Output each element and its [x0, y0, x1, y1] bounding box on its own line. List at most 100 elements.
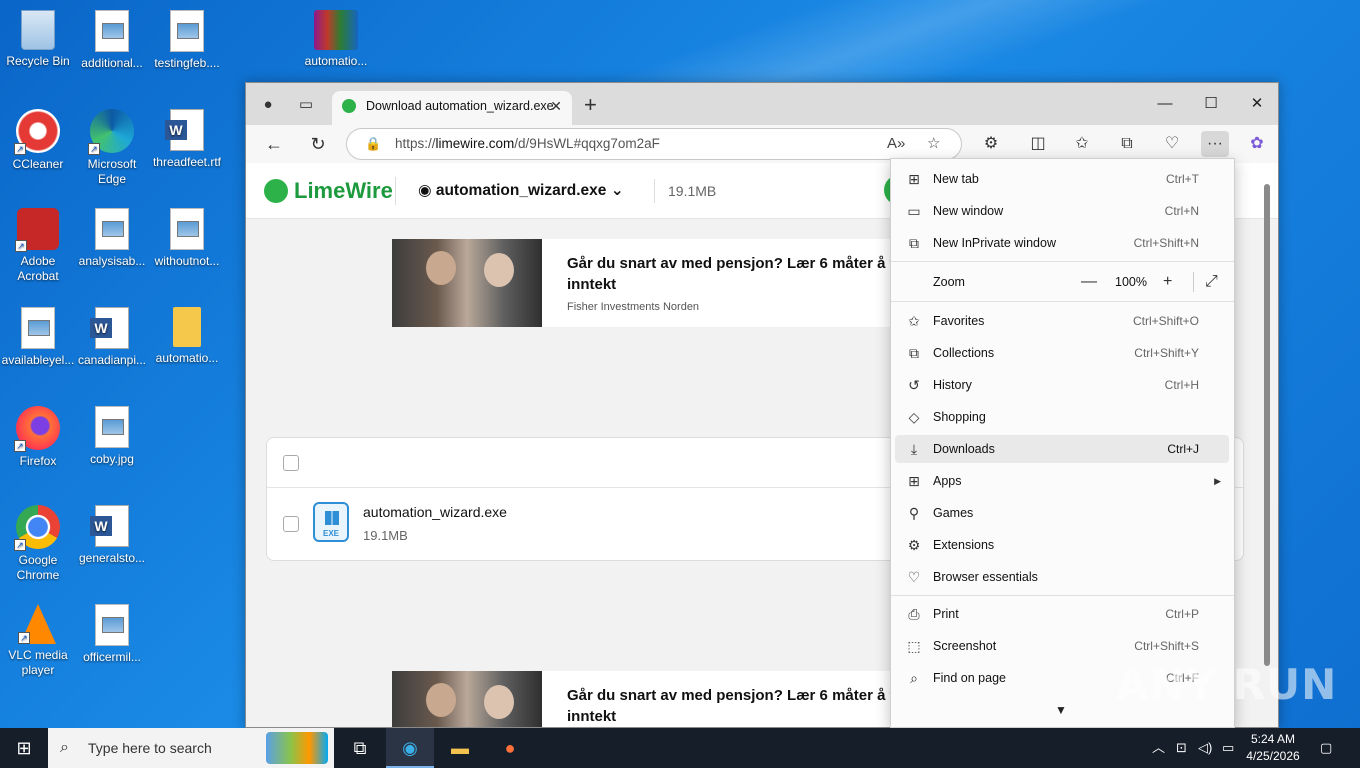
minimize-button[interactable]: —: [1142, 91, 1188, 117]
desktop-icon-chrome[interactable]: ↗ Google Chrome: [0, 499, 76, 591]
tab-actions-icon[interactable]: ▭: [294, 93, 318, 117]
file-row-name[interactable]: automation_wizard.exe: [363, 504, 507, 520]
advertisement-bottom[interactable]: Går du snart av med pensjon? Lær 6 måter…: [392, 671, 912, 727]
tab-limewire[interactable]: Download automation_wizard.exe ✕: [332, 91, 572, 125]
desktop-icon-analysisab[interactable]: analysisab...: [74, 202, 150, 294]
extensions-icon: ⚙: [907, 537, 921, 553]
zoom-in-button[interactable]: +: [1163, 268, 1172, 296]
menu-item-label: Browser essentials: [933, 570, 1038, 584]
limewire-logo[interactable]: LimeWire: [264, 177, 393, 205]
address-bar[interactable]: 🔒 https://limewire.com/d/9HsWL#qqxg7om2a…: [346, 128, 962, 160]
menu-item-label: Extensions: [933, 538, 995, 552]
favorites-icon: ✩: [908, 313, 920, 329]
menu-item-shopping[interactable]: ◇ Shopping: [895, 403, 1229, 431]
menu-item-downloads[interactable]: ⤓ Downloads Ctrl+J: [895, 435, 1229, 463]
select-all-checkbox[interactable]: [283, 455, 299, 471]
menu-item-shortcut: Ctrl+Shift+Y: [1134, 346, 1199, 360]
fullscreen-icon[interactable]: ⤢: [1205, 268, 1218, 296]
desktop-icon-firefox[interactable]: ↗ Firefox: [0, 400, 76, 492]
advertisement-top[interactable]: Går du snart av med pensjon? Lær 6 måter…: [392, 239, 912, 327]
menu-item-new-tab[interactable]: ⊞ New tab Ctrl+T: [895, 165, 1229, 193]
menu-item-apps[interactable]: ⊞ Apps ▶: [895, 467, 1229, 495]
extensions-toolbar-icon[interactable]: ⚙: [977, 131, 1005, 157]
desktop-icon-availableyel[interactable]: availableyel...: [0, 301, 76, 393]
taskbar-edge-icon[interactable]: ◉: [386, 728, 434, 768]
tray-keyboard-icon[interactable]: ▭: [1222, 728, 1234, 768]
scrollbar-thumb[interactable]: [1264, 184, 1270, 666]
search-placeholder: Type here to search: [88, 740, 212, 756]
taskbar-file-explorer-icon[interactable]: ▬: [436, 728, 484, 768]
find-icon: ⌕: [910, 670, 918, 686]
zoom-out-button[interactable]: —: [1081, 268, 1097, 296]
desktop-icon-additional[interactable]: additional...: [74, 4, 150, 96]
profile-avatar-icon[interactable]: ●: [256, 93, 280, 117]
menu-item-new-inprivate[interactable]: ⧉ New InPrivate window Ctrl+Shift+N: [895, 229, 1229, 257]
taskbar-firefox-icon[interactable]: ●: [486, 728, 534, 768]
file-row-size: 19.1MB: [363, 528, 408, 543]
desktop-icon-vlc[interactable]: ↗ VLC media player: [0, 598, 76, 690]
back-icon[interactable]: ←: [260, 131, 288, 157]
task-view-icon[interactable]: ⧉: [336, 728, 384, 768]
start-button[interactable]: ⊞: [0, 728, 48, 768]
desktop-icon-acrobat[interactable]: ↗ Adobe Acrobat: [0, 202, 76, 294]
desktop-icon-label: Adobe Acrobat: [17, 254, 59, 283]
notifications-icon[interactable]: ▢: [1320, 728, 1332, 768]
maximize-button[interactable]: ☐: [1188, 91, 1234, 117]
desktop-icon-testingfeb[interactable]: testingfeb....: [149, 4, 225, 96]
menu-item-history[interactable]: ↺ History Ctrl+H: [895, 371, 1229, 399]
menu-item-collections[interactable]: ⧉ Collections Ctrl+Shift+Y: [895, 339, 1229, 367]
browser-essentials-icon: ♡: [907, 569, 921, 585]
menu-item-games[interactable]: ⚲ Games: [895, 499, 1229, 527]
taskbar-clock[interactable]: 5:24 AM 4/25/2026: [1236, 731, 1310, 765]
file-name-dropdown[interactable]: ◉ automation_wizard.exe ⌄: [418, 179, 624, 203]
file-checkbox[interactable]: [283, 516, 299, 532]
word-document-icon: [90, 505, 129, 547]
favorites-bar-icon[interactable]: ✩: [1068, 131, 1096, 157]
copilot-icon[interactable]: ✿: [1243, 131, 1271, 157]
tab-close-icon[interactable]: ✕: [550, 91, 562, 121]
desktop-icon-ccleaner[interactable]: ↗ CCleaner: [0, 103, 76, 195]
desktop-icon-withoutnot[interactable]: withoutnot...: [149, 202, 225, 294]
menu-item-screenshot[interactable]: ⬚ Screenshot Ctrl+Shift+S: [895, 632, 1229, 660]
menu-item-shortcut: Ctrl+Shift+S: [1134, 639, 1199, 653]
download-icon: ⤓: [910, 441, 918, 457]
word-document-icon: [90, 307, 129, 349]
taskbar-search[interactable]: ⌕ Type here to search: [48, 728, 334, 768]
desktop-icon-officermil[interactable]: officermil...: [74, 598, 150, 690]
favorite-star-icon[interactable]: ☆: [927, 129, 940, 159]
refresh-icon[interactable]: ↻: [304, 131, 332, 157]
tray-network-icon[interactable]: ⊡: [1176, 728, 1187, 768]
desktop-icon-edge[interactable]: ↗ Microsoft Edge: [74, 103, 150, 195]
close-window-button[interactable]: ✕: [1234, 91, 1278, 117]
menu-item-new-window[interactable]: ▭ New window Ctrl+N: [895, 197, 1229, 225]
desktop-icon-label: coby.jpg: [90, 452, 134, 466]
search-icon: ⌕: [60, 739, 69, 756]
menu-item-shortcut: Ctrl+N: [1164, 204, 1199, 218]
tray-volume-icon[interactable]: ◁): [1198, 728, 1212, 768]
menu-separator: [891, 595, 1234, 596]
image-file-icon: [95, 10, 129, 52]
desktop-icon-automation-folder[interactable]: automatio...: [149, 301, 225, 393]
settings-more-icon[interactable]: ···: [1201, 131, 1229, 157]
desktop-icon-generalsto[interactable]: generalsto...: [74, 499, 150, 591]
menu-item-shortcut: Ctrl+J: [1167, 442, 1199, 456]
browser-essentials-toolbar-icon[interactable]: ♡: [1158, 131, 1186, 157]
new-tab-button[interactable]: +: [584, 93, 597, 117]
desktop-icon-recycle-bin[interactable]: Recycle Bin: [0, 4, 76, 96]
menu-scroll-down-icon[interactable]: ▼: [1055, 703, 1067, 717]
logo-text: LimeWire: [294, 178, 393, 203]
desktop-icon-threadfeet[interactable]: threadfeet.rtf: [149, 103, 225, 195]
page-scrollbar[interactable]: [1262, 170, 1272, 726]
desktop-icon-canadianpi[interactable]: canadianpi...: [74, 301, 150, 393]
split-screen-icon[interactable]: ◫: [1024, 131, 1052, 157]
menu-item-browser-essentials[interactable]: ♡ Browser essentials: [895, 563, 1229, 591]
menu-item-extensions[interactable]: ⚙ Extensions: [895, 531, 1229, 559]
desktop-icon-label: analysisab...: [78, 254, 146, 268]
desktop-icon-coby[interactable]: coby.jpg: [74, 400, 150, 492]
menu-item-favorites[interactable]: ✩ Favorites Ctrl+Shift+O: [895, 307, 1229, 335]
menu-item-label: Collections: [933, 346, 995, 360]
tray-chevron-icon[interactable]: ︿: [1152, 728, 1165, 768]
read-aloud-icon[interactable]: A»: [887, 129, 905, 159]
collections-toolbar-icon[interactable]: ⧉: [1113, 131, 1141, 157]
menu-item-print[interactable]: ⎙ Print Ctrl+P: [895, 600, 1229, 628]
